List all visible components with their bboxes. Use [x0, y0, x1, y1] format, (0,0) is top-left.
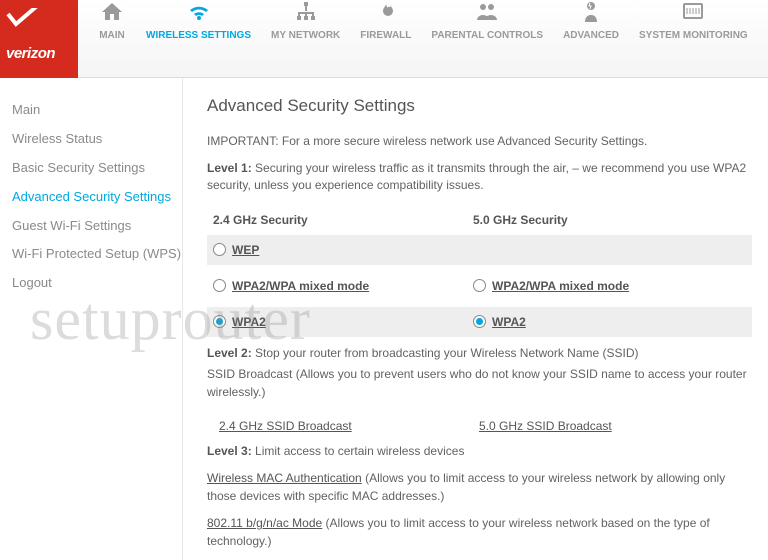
col-header-50ghz: 5.0 GHz Security	[467, 205, 568, 235]
nav-label: WIRELESS SETTINGS	[146, 30, 251, 41]
nav-label: MAIN	[99, 30, 125, 41]
sidebar: Main Wireless Status Basic Security Sett…	[0, 78, 182, 560]
monitor-icon	[679, 0, 707, 24]
page-title: Advanced Security Settings	[207, 96, 752, 116]
radio-wpamixed-50[interactable]	[473, 279, 486, 292]
link-80211-mode[interactable]: 802.11 b/g/n/ac Mode	[207, 516, 322, 530]
link-mac-auth[interactable]: Wireless MAC Authentication	[207, 471, 362, 485]
nav-label: ADVANCED	[563, 30, 619, 41]
sidebar-wireless-status[interactable]: Wireless Status	[12, 125, 182, 154]
row-wep: WEP	[207, 235, 752, 265]
label-wpamixed-50[interactable]: WPA2/WPA mixed mode	[492, 279, 629, 293]
nav-system-monitoring[interactable]: SYSTEM MONITORING	[629, 0, 758, 41]
radio-wpa2-24[interactable]	[213, 315, 226, 328]
sidebar-basic-security[interactable]: Basic Security Settings	[12, 154, 182, 183]
sidebar-guest-wifi[interactable]: Guest Wi-Fi Settings	[12, 212, 182, 241]
network-icon	[292, 0, 320, 24]
radio-wpa2-50[interactable]	[473, 315, 486, 328]
link-ssid-24[interactable]: 2.4 GHz SSID Broadcast	[219, 419, 479, 433]
important-notice: IMPORTANT: For a more secure wireless ne…	[207, 134, 752, 148]
col-header-24ghz: 2.4 GHz Security	[207, 205, 467, 235]
label-wpa2-24[interactable]: WPA2	[232, 315, 266, 329]
link-ssid-50[interactable]: 5.0 GHz SSID Broadcast	[479, 419, 739, 433]
sidebar-advanced-security[interactable]: Advanced Security Settings	[12, 183, 182, 212]
main-content: Advanced Security Settings IMPORTANT: Fo…	[182, 78, 768, 560]
level2-sub: SSID Broadcast (Allows you to prevent us…	[207, 366, 752, 401]
nav-wireless-settings[interactable]: WIRELESS SETTINGS	[136, 0, 261, 41]
verizon-check-icon	[6, 8, 46, 28]
label-wpamixed-24[interactable]: WPA2/WPA mixed mode	[232, 279, 369, 293]
level2-text: Level 2: Stop your router from broadcast…	[207, 345, 752, 362]
row-wpa2: WPA2 WPA2	[207, 307, 752, 337]
verizon-logo: verizon	[0, 0, 78, 78]
label-wep[interactable]: WEP	[232, 243, 259, 257]
nav-parental-controls[interactable]: PARENTAL CONTROLS	[421, 0, 553, 41]
nav-main[interactable]: MAIN	[88, 0, 136, 41]
nav-my-network[interactable]: MY NETWORK	[261, 0, 350, 41]
level3-text: Level 3: Limit access to certain wireles…	[207, 443, 752, 460]
nav-label: MY NETWORK	[271, 30, 340, 41]
sidebar-main[interactable]: Main	[12, 96, 182, 125]
nav-label: FIREWALL	[360, 30, 411, 41]
radio-wpamixed-24[interactable]	[213, 279, 226, 292]
nav-label: PARENTAL CONTROLS	[431, 30, 543, 41]
people-icon	[473, 0, 501, 24]
sidebar-logout[interactable]: Logout	[12, 269, 182, 298]
label-wpa2-50[interactable]: WPA2	[492, 315, 526, 329]
lightning-icon	[577, 0, 605, 24]
nav-advanced[interactable]: ADVANCED	[553, 0, 629, 41]
wifi-icon	[185, 0, 213, 24]
radio-wep-24[interactable]	[213, 243, 226, 256]
level1-text: Level 1: Securing your wireless traffic …	[207, 160, 752, 195]
home-icon	[98, 0, 126, 24]
mode-line: 802.11 b/g/n/ac Mode (Allows you to limi…	[207, 515, 752, 550]
logo-text: verizon	[6, 45, 55, 62]
flame-icon	[372, 0, 400, 24]
nav-label: SYSTEM MONITORING	[639, 30, 748, 41]
sidebar-wps[interactable]: Wi-Fi Protected Setup (WPS)	[12, 240, 182, 269]
mac-auth-line: Wireless MAC Authentication (Allows you …	[207, 470, 752, 505]
top-navigation: verizon MAIN WIRELESS SETTINGS MY NETWOR…	[0, 0, 768, 78]
row-wpa-mixed: WPA2/WPA mixed mode WPA2/WPA mixed mode	[207, 271, 752, 301]
nav-firewall[interactable]: FIREWALL	[350, 0, 421, 41]
